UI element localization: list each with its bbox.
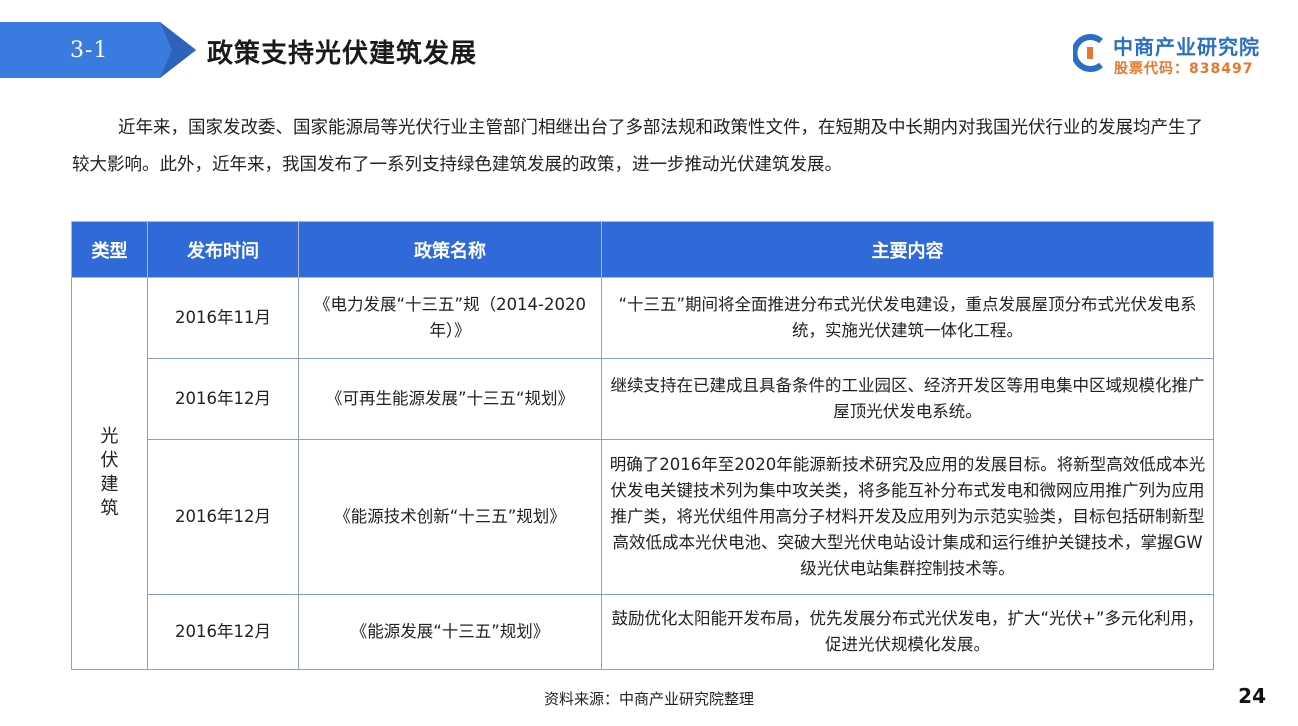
logo-name: 中商产业研究院 (1113, 35, 1260, 59)
source-note: 资料来源：中商产业研究院整理 (543, 690, 754, 708)
logo-stock-code: 股票代码：838497 (1114, 61, 1254, 77)
header-type: 类型 (71, 221, 148, 278)
header-policy-name: 政策名称 (298, 221, 602, 278)
table-header-row: 类型 发布时间 政策名称 主要内容 (71, 221, 1214, 278)
content-cell: “十三五”期间将全面推进分布式光伏发电建设，重点发展屋顶分布式光伏发电系统，实施… (601, 277, 1214, 359)
date-cell: 2016年12月 (147, 594, 299, 670)
date-cell: 2016年11月 (147, 277, 299, 359)
date-cell: 2016年12月 (147, 439, 299, 595)
table-row: 2016年12月 《能源发展“十三五”规划》 鼓励优化太阳能开发布局，优先发展分… (72, 594, 1214, 670)
table-row: 光伏建筑 2016年11月 《电力发展“十三五”规（2014-2020年）》 “… (71, 277, 1214, 670)
logo-mark-icon (1073, 34, 1103, 72)
header-content: 主要内容 (601, 221, 1214, 278)
type-label: 光伏建筑 (100, 426, 119, 519)
table-row: 2016年12月 《可再生能源发展”十三五“规划》 继续支持在已建成且具备条件的… (72, 358, 1214, 440)
section-tag: 3-1 (0, 22, 196, 78)
intro-paragraph: 近年来，国家发改委、国家能源局等光伏行业主管部门相继出台了多部法规和政策性文件，… (72, 118, 1203, 175)
content-cell: 继续支持在已建成且具备条件的工业园区、经济开发区等用电集中区域规模化推广屋顶光伏… (601, 358, 1214, 440)
page-number: 24 (1238, 684, 1266, 708)
company-logo: 中商产业研究院 股票代码：838497 (1073, 29, 1263, 79)
policy-table: 类型 发布时间 政策名称 主要内容 光伏建筑 2016年11月 《电力发展“十三… (71, 221, 1214, 670)
policy-name-cell: 《能源发展“十三五”规划》 (298, 594, 602, 670)
policy-name-cell: 《电力发展“十三五”规（2014-2020年）》 (298, 277, 602, 359)
header-date: 发布时间 (147, 221, 299, 278)
table-row: 2016年12月 《能源技术创新“十三五”规划》 明确了2016年至2020年能… (72, 439, 1214, 595)
content-cell: 明确了2016年至2020年能源新技术研究及应用的发展目标。将新型高效低成本光伏… (601, 439, 1214, 595)
policy-name-cell: 《可再生能源发展”十三五“规划》 (298, 358, 602, 440)
section-number: 3-1 (70, 38, 109, 63)
page-title: 政策支持光伏建筑发展 (207, 39, 478, 69)
type-cell: 光伏建筑 (71, 277, 148, 670)
content-cell: 鼓励优化太阳能开发布局，优先发展分布式光伏发电，扩大“光伏+”多元化利用，促进光… (601, 594, 1214, 670)
policy-name-cell: 《能源技术创新“十三五”规划》 (298, 439, 602, 595)
date-cell: 2016年12月 (147, 358, 299, 440)
